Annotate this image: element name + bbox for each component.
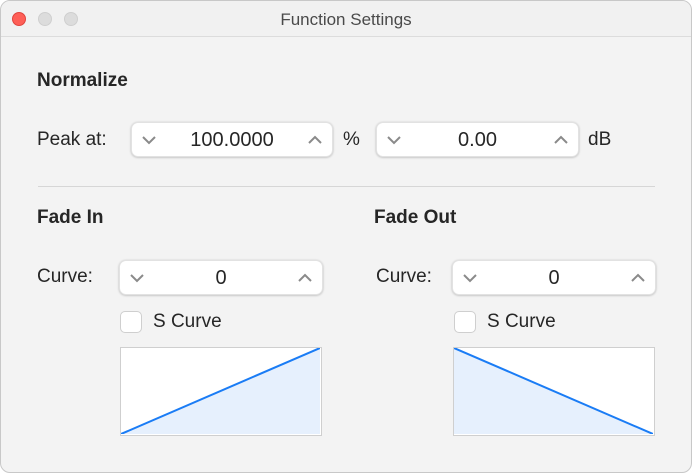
title-bar: Function Settings xyxy=(1,1,691,37)
fade-out-s-curve-checkbox[interactable] xyxy=(454,311,476,333)
window-title: Function Settings xyxy=(280,10,412,29)
fade-in-curve-value[interactable]: 0 xyxy=(150,267,292,290)
peak-db-value[interactable]: 0.00 xyxy=(407,129,548,152)
db-unit: dB xyxy=(588,129,612,150)
fade-out-curve-value[interactable]: 0 xyxy=(483,267,625,290)
fade-in-curve-graph xyxy=(120,347,322,436)
chevron-down-icon[interactable] xyxy=(140,132,158,148)
fade-out-curve-label: Curve: xyxy=(376,266,432,287)
peak-at-label: Peak at: xyxy=(37,129,107,150)
percent-unit: % xyxy=(343,129,360,150)
peak-percent-stepper[interactable]: 100.0000 xyxy=(131,122,333,157)
divider xyxy=(38,186,655,187)
fade-out-s-curve-label: S Curve xyxy=(487,311,556,332)
fade-out-curve-stepper[interactable]: 0 xyxy=(452,260,656,295)
fade-out-heading: Fade Out xyxy=(374,207,457,228)
fade-in-curve-label: Curve: xyxy=(37,266,93,287)
fade-in-curve-stepper[interactable]: 0 xyxy=(119,260,323,295)
chevron-down-icon[interactable] xyxy=(461,270,479,286)
chevron-up-icon[interactable] xyxy=(629,270,647,286)
chevron-up-icon[interactable] xyxy=(552,132,570,148)
fade-out-curve-graph xyxy=(453,347,655,436)
fade-in-s-curve-checkbox[interactable] xyxy=(120,311,142,333)
chevron-down-icon[interactable] xyxy=(128,270,146,286)
normalize-heading: Normalize xyxy=(37,70,128,91)
function-settings-window: Function Settings Normalize Peak at: 100… xyxy=(0,0,692,473)
peak-db-stepper[interactable]: 0.00 xyxy=(376,122,579,157)
fade-in-heading: Fade In xyxy=(37,207,104,228)
peak-percent-value[interactable]: 100.0000 xyxy=(162,129,302,152)
chevron-up-icon[interactable] xyxy=(296,270,314,286)
chevron-down-icon[interactable] xyxy=(385,132,403,148)
fade-in-s-curve-label: S Curve xyxy=(153,311,222,332)
chevron-up-icon[interactable] xyxy=(306,132,324,148)
